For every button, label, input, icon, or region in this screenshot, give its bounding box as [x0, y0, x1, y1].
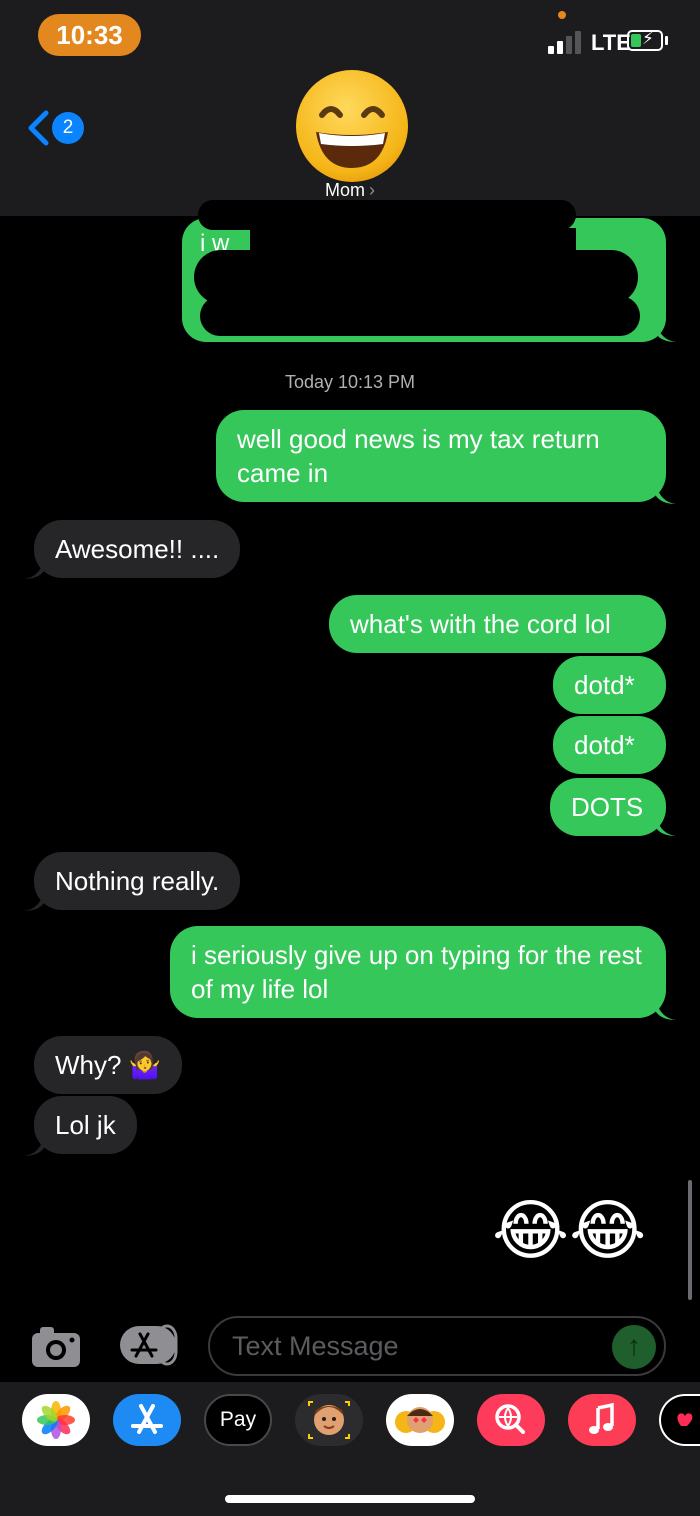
- signal-icon: [548, 30, 588, 54]
- emoji-message[interactable]: 😂😂: [492, 1190, 646, 1270]
- message-input[interactable]: [208, 1316, 666, 1376]
- sent-message[interactable]: i seriously give up on typing for the re…: [170, 926, 666, 1018]
- apps-icon[interactable]: [118, 1324, 180, 1366]
- sent-message[interactable]: what's with the cord lol: [329, 595, 666, 653]
- mic-indicator: [558, 11, 566, 19]
- music-icon[interactable]: [568, 1394, 636, 1446]
- chevron-left-icon: [28, 110, 49, 146]
- received-message[interactable]: Lol jk: [34, 1096, 137, 1154]
- status-time: 10:33: [38, 14, 141, 56]
- sent-message[interactable]: DOTS: [550, 778, 666, 836]
- scrollbar[interactable]: [688, 1180, 692, 1300]
- memoji-icon[interactable]: [295, 1394, 363, 1446]
- sent-message[interactable]: well good news is my tax return came in: [216, 410, 666, 502]
- camera-icon[interactable]: [30, 1325, 82, 1369]
- sent-message[interactable]: dotd*: [553, 716, 666, 774]
- appstore-icon[interactable]: [113, 1394, 181, 1446]
- sent-message[interactable]: dotd*: [553, 656, 666, 714]
- photos-icon[interactable]: [22, 1394, 90, 1446]
- animoji-icon[interactable]: [386, 1394, 454, 1446]
- apple-pay-button[interactable]: Pay: [204, 1394, 272, 1446]
- battery-icon: ⚡: [627, 29, 663, 51]
- apple-pay-label: Pay: [219, 1408, 257, 1431]
- received-message[interactable]: Awesome!! ....: [34, 520, 241, 578]
- unread-badge: 2: [52, 112, 84, 144]
- message-timestamp: Today 10:13 PM: [284, 372, 416, 392]
- send-button[interactable]: ↑: [612, 1325, 656, 1369]
- contact-name[interactable]: Mom ›: [300, 180, 400, 201]
- received-message[interactable]: Why? 🤷‍♀️: [34, 1036, 183, 1094]
- received-message[interactable]: Nothing really.: [34, 852, 241, 910]
- redaction-mark: [198, 200, 576, 230]
- home-indicator[interactable]: [225, 1495, 475, 1503]
- redaction-mark: [200, 296, 640, 336]
- network-type: LTE: [591, 30, 631, 55]
- contact-avatar[interactable]: [294, 68, 410, 184]
- image-search-icon[interactable]: [477, 1394, 545, 1446]
- back-button[interactable]: 2: [26, 108, 96, 152]
